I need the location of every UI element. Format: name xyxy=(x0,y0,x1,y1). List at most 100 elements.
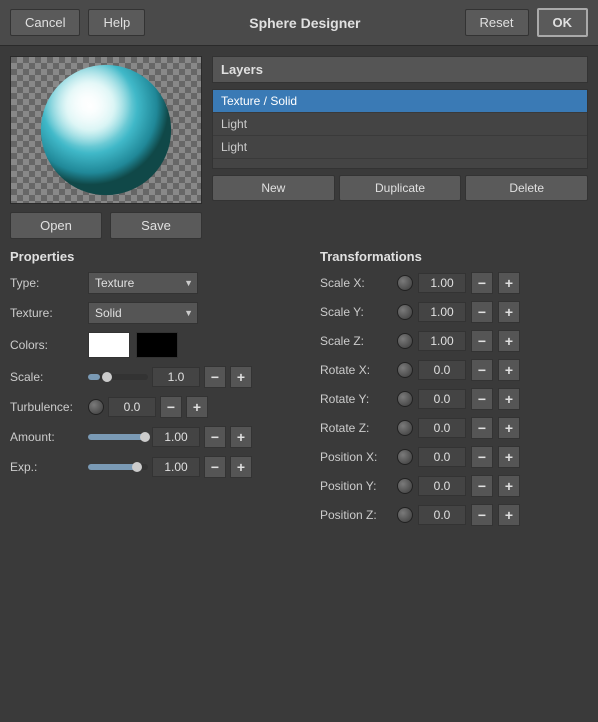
rotate-x-row: Rotate X: − + xyxy=(320,359,588,381)
amount-row: Amount: − + xyxy=(10,426,310,448)
position-z-inc-button[interactable]: + xyxy=(498,504,520,526)
preview-buttons: Open Save xyxy=(10,212,202,239)
app-title: Sphere Designer xyxy=(153,15,456,31)
amount-input[interactable] xyxy=(152,427,200,447)
colors-row: Colors: xyxy=(10,332,310,358)
amount-slider-row: − + xyxy=(88,426,252,448)
ok-button[interactable]: OK xyxy=(537,8,589,37)
texture-select-wrapper[interactable]: Solid Checker Noise xyxy=(88,302,198,324)
rotate-y-inc-button[interactable]: + xyxy=(498,388,520,410)
rotate-y-label: Rotate Y: xyxy=(320,392,392,406)
scale-y-inc-button[interactable]: + xyxy=(498,301,520,323)
scale-z-dec-button[interactable]: − xyxy=(471,330,493,352)
amount-slider[interactable] xyxy=(88,434,148,440)
position-y-row: Position Y: − + xyxy=(320,475,588,497)
toolbar: Cancel Help Sphere Designer Reset OK xyxy=(0,0,598,46)
exp-input[interactable] xyxy=(152,457,200,477)
rotate-x-inc-button[interactable]: + xyxy=(498,359,520,381)
amount-label: Amount: xyxy=(10,430,82,444)
turbulence-label: Turbulence: xyxy=(10,400,82,414)
rotate-z-input[interactable] xyxy=(418,418,466,438)
amount-inc-button[interactable]: + xyxy=(230,426,252,448)
position-x-dec-button[interactable]: − xyxy=(471,446,493,468)
rotate-z-dec-button[interactable]: − xyxy=(471,417,493,439)
scale-y-input[interactable] xyxy=(418,302,466,322)
scale-y-row: Scale Y: − + xyxy=(320,301,588,323)
position-y-input[interactable] xyxy=(418,476,466,496)
scale-y-dec-button[interactable]: − xyxy=(471,301,493,323)
turbulence-dec-button[interactable]: − xyxy=(160,396,182,418)
rotate-y-input[interactable] xyxy=(418,389,466,409)
scale-y-label: Scale Y: xyxy=(320,305,392,319)
rotate-x-knob[interactable] xyxy=(397,362,413,378)
position-y-knob[interactable] xyxy=(397,478,413,494)
position-y-dec-button[interactable]: − xyxy=(471,475,493,497)
color-swatch-secondary[interactable] xyxy=(136,332,178,358)
texture-select[interactable]: Solid Checker Noise xyxy=(88,302,198,324)
rotate-z-inc-button[interactable]: + xyxy=(498,417,520,439)
properties-panel: Properties Type: Texture Light Texture: … xyxy=(10,249,310,533)
position-z-row: Position Z: − + xyxy=(320,504,588,526)
layer-item[interactable]: Light xyxy=(213,136,587,159)
exp-inc-button[interactable]: + xyxy=(230,456,252,478)
position-x-knob[interactable] xyxy=(397,449,413,465)
scale-slider[interactable] xyxy=(88,374,148,380)
position-z-input[interactable] xyxy=(418,505,466,525)
layer-item[interactable]: Light xyxy=(213,113,587,136)
scale-z-label: Scale Z: xyxy=(320,334,392,348)
position-x-label: Position X: xyxy=(320,450,392,464)
scale-x-dec-button[interactable]: − xyxy=(471,272,493,294)
layer-item[interactable]: Texture / Solid xyxy=(213,90,587,113)
scale-x-knob[interactable] xyxy=(397,275,413,291)
scale-y-knob[interactable] xyxy=(397,304,413,320)
scale-x-input[interactable] xyxy=(418,273,466,293)
position-x-input[interactable] xyxy=(418,447,466,467)
layers-panel: Layers Texture / Solid Light Light New D… xyxy=(212,56,588,239)
scale-z-row: Scale Z: − + xyxy=(320,330,588,352)
open-button[interactable]: Open xyxy=(10,212,102,239)
scale-z-knob[interactable] xyxy=(397,333,413,349)
duplicate-layer-button[interactable]: Duplicate xyxy=(339,175,462,201)
texture-label: Texture: xyxy=(10,306,82,320)
position-y-inc-button[interactable]: + xyxy=(498,475,520,497)
color-swatch-primary[interactable] xyxy=(88,332,130,358)
position-z-knob[interactable] xyxy=(397,507,413,523)
turbulence-input[interactable] xyxy=(108,397,156,417)
scale-row: Scale: − + xyxy=(10,366,310,388)
layers-actions: New Duplicate Delete xyxy=(212,175,588,201)
rotate-y-knob[interactable] xyxy=(397,391,413,407)
amount-dec-button[interactable]: − xyxy=(204,426,226,448)
save-button[interactable]: Save xyxy=(110,212,202,239)
new-layer-button[interactable]: New xyxy=(212,175,335,201)
position-x-inc-button[interactable]: + xyxy=(498,446,520,468)
help-button[interactable]: Help xyxy=(88,9,145,36)
rotate-z-knob[interactable] xyxy=(397,420,413,436)
scale-dec-button[interactable]: − xyxy=(204,366,226,388)
scale-x-inc-button[interactable]: + xyxy=(498,272,520,294)
position-z-dec-button[interactable]: − xyxy=(471,504,493,526)
scale-input[interactable] xyxy=(152,367,200,387)
transformations-panel: Transformations Scale X: − + Scale Y: − … xyxy=(320,249,588,533)
scale-z-inc-button[interactable]: + xyxy=(498,330,520,352)
layers-list: Texture / Solid Light Light xyxy=(212,89,588,169)
exp-row: Exp.: − + xyxy=(10,456,310,478)
layers-title: Layers xyxy=(212,56,588,83)
rotate-y-dec-button[interactable]: − xyxy=(471,388,493,410)
position-x-row: Position X: − + xyxy=(320,446,588,468)
reset-button[interactable]: Reset xyxy=(465,9,529,36)
rotate-x-dec-button[interactable]: − xyxy=(471,359,493,381)
turbulence-inc-button[interactable]: + xyxy=(186,396,208,418)
exp-slider[interactable] xyxy=(88,464,148,470)
bottom-section: Properties Type: Texture Light Texture: … xyxy=(0,249,598,543)
type-select[interactable]: Texture Light xyxy=(88,272,198,294)
turbulence-knob[interactable] xyxy=(88,399,104,415)
delete-layer-button[interactable]: Delete xyxy=(465,175,588,201)
rotate-x-input[interactable] xyxy=(418,360,466,380)
exp-dec-button[interactable]: − xyxy=(204,456,226,478)
cancel-button[interactable]: Cancel xyxy=(10,9,80,36)
scale-x-row: Scale X: − + xyxy=(320,272,588,294)
scale-z-input[interactable] xyxy=(418,331,466,351)
transformations-title: Transformations xyxy=(320,249,588,264)
type-select-wrapper[interactable]: Texture Light xyxy=(88,272,198,294)
scale-inc-button[interactable]: + xyxy=(230,366,252,388)
